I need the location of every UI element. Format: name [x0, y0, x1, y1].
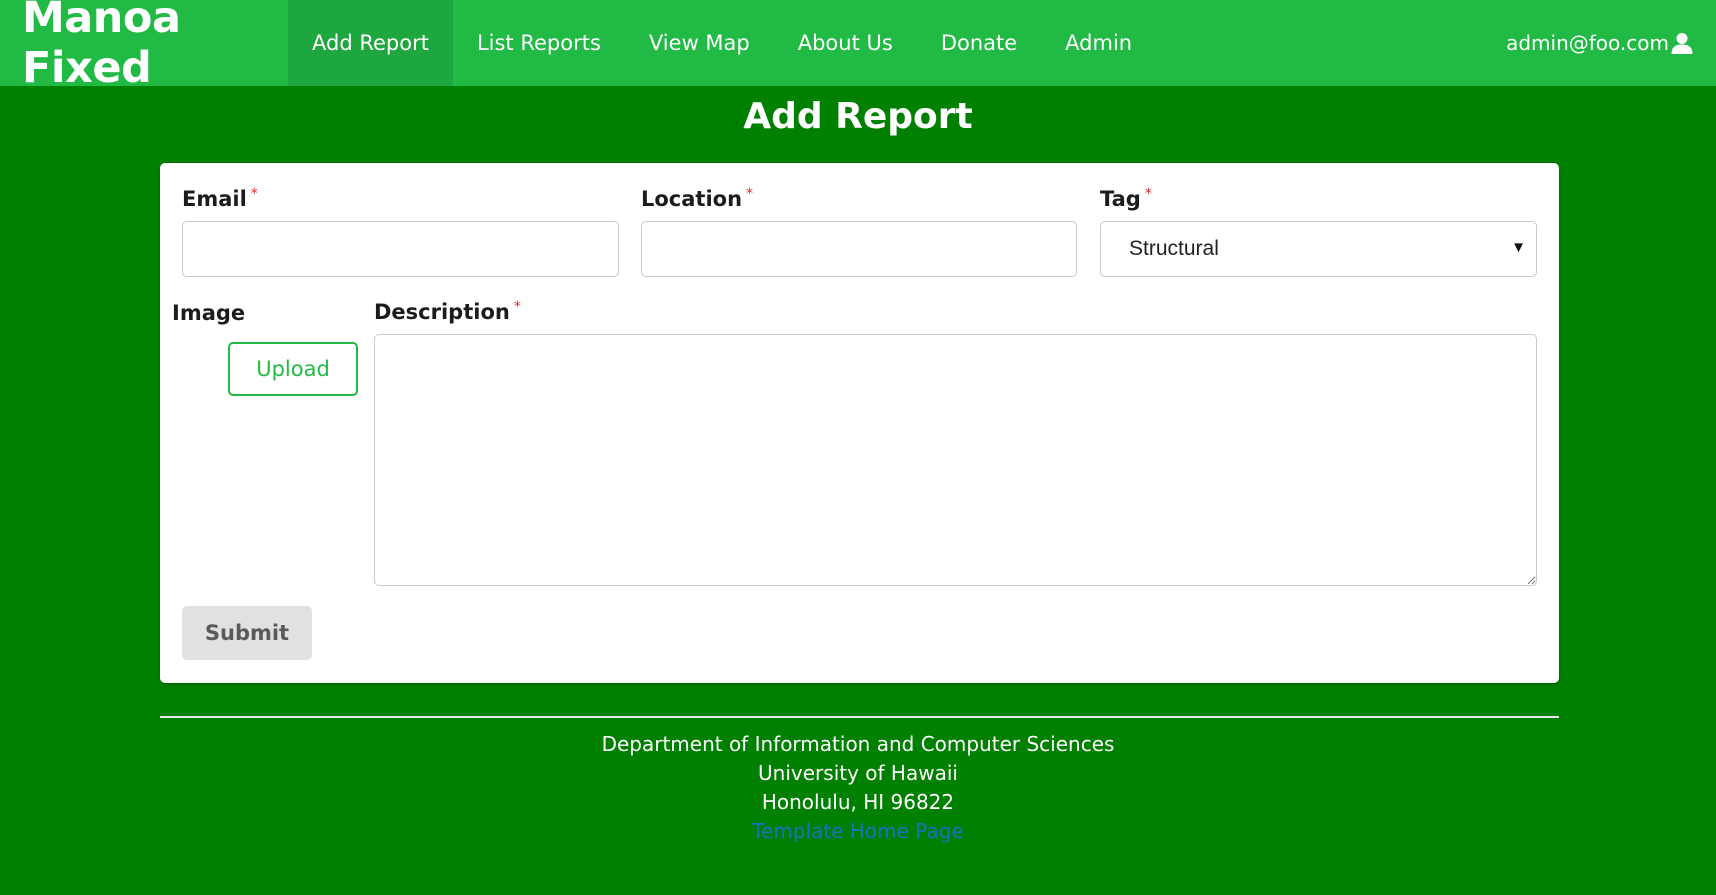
- nav-donate[interactable]: Donate: [917, 0, 1041, 86]
- upload-button[interactable]: Upload: [228, 342, 358, 396]
- template-home-link[interactable]: Template Home Page: [0, 817, 1716, 846]
- submit-button[interactable]: Submit: [182, 606, 312, 660]
- tag-selected-value: Structural: [1129, 237, 1219, 260]
- caret-down-icon: ▼: [1511, 239, 1526, 256]
- footer-department: Department of Information and Computer S…: [601, 732, 1115, 756]
- brand-logo[interactable]: Manoa Fixed: [0, 0, 288, 93]
- footer-university: University of Hawaii: [758, 761, 958, 785]
- user-email: admin@foo.com: [1506, 31, 1669, 55]
- add-report-form: Email * Location * Tag * Structural ▼ Image…: [160, 163, 1559, 683]
- description-field[interactable]: [374, 334, 1537, 586]
- nav-add-report[interactable]: Add Report: [288, 0, 453, 86]
- location-label: Location *: [641, 186, 754, 211]
- nav-view-map[interactable]: View Map: [625, 0, 774, 86]
- page-title: Add Report: [743, 96, 973, 137]
- top-navbar: Manoa Fixed Add Report List Reports View…: [0, 0, 1716, 93]
- email-label: Email *: [182, 186, 258, 211]
- user-menu[interactable]: admin@foo.com: [1506, 0, 1716, 86]
- required-marker: *: [250, 186, 258, 202]
- description-label: Description *: [374, 299, 521, 324]
- required-marker: *: [1144, 186, 1152, 202]
- footer-divider: [160, 716, 1559, 718]
- user-icon: [1671, 33, 1693, 54]
- nav-admin[interactable]: Admin: [1041, 0, 1156, 86]
- email-field[interactable]: [182, 221, 619, 277]
- tag-label: Tag *: [1100, 186, 1152, 211]
- required-marker: *: [513, 299, 521, 315]
- footer-address: Honolulu, HI 96822: [761, 790, 955, 814]
- image-label: Image: [172, 301, 246, 325]
- footer: Department of Information and Computer S…: [0, 730, 1716, 846]
- nav-about-us[interactable]: About Us: [774, 0, 917, 86]
- tag-select[interactable]: Structural ▼: [1100, 221, 1537, 277]
- required-marker: *: [746, 186, 754, 202]
- nav-list-reports[interactable]: List Reports: [453, 0, 625, 86]
- location-field[interactable]: [641, 221, 1077, 277]
